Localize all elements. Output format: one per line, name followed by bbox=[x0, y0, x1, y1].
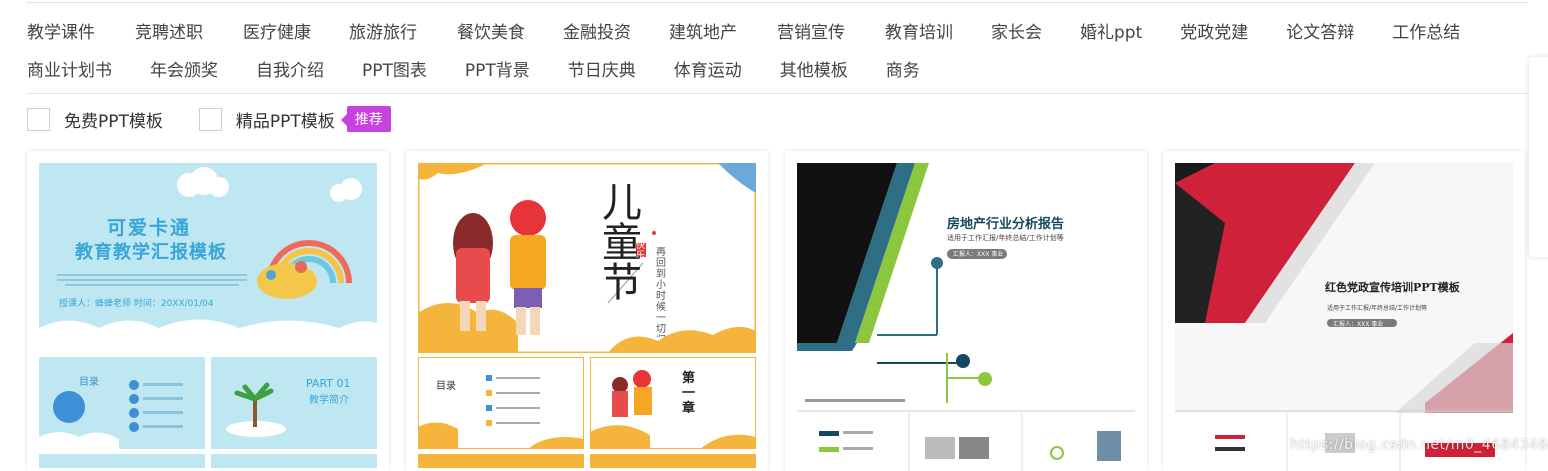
top-divider bbox=[26, 2, 1528, 3]
category-row-1: 教学课件 竞聘述职 医疗健康 旅游旅行 餐饮美食 金融投资 建筑地产 营销宣传 … bbox=[27, 18, 1460, 43]
template-preview-thumb: 目录 bbox=[39, 357, 205, 449]
category-link[interactable]: 教学课件 bbox=[27, 18, 95, 43]
category-link[interactable]: PPT背景 bbox=[465, 56, 530, 81]
free-filter[interactable]: 免费PPT模板 bbox=[27, 107, 163, 132]
slide-title: 房地产行业分析报告 bbox=[947, 217, 1065, 232]
template-card[interactable]: 儿童节 快乐 再回到小时候 一切归为初心 目录 第一章 bbox=[406, 151, 768, 471]
slide-title: 红色党政宣传培训PPT模板 bbox=[1325, 281, 1460, 294]
slide-subtitle: 适用于工作汇报/年终总结/工作计划等 bbox=[1327, 305, 1428, 312]
category-link[interactable]: PPT图表 bbox=[362, 56, 427, 81]
filter-bar: 免费PPT模板 精品PPT模板 推荐 bbox=[27, 106, 391, 132]
template-preview-main: 儿童节 快乐 再回到小时候 一切归为初心 bbox=[418, 163, 756, 353]
slide-subtitle: 教育教学汇报模板 bbox=[75, 242, 227, 263]
category-link[interactable]: 党政党建 bbox=[1180, 18, 1248, 43]
slide-title: 可爱卡通 bbox=[106, 217, 191, 239]
template-card[interactable]: 可爱卡通 教育教学汇报模板 授课人：蜂蜂老师 时间：20XX/01/04 目录 … bbox=[27, 151, 389, 471]
category-link[interactable]: 年会颁奖 bbox=[150, 56, 218, 81]
category-link[interactable]: 餐饮美食 bbox=[457, 18, 525, 43]
template-preview-strip bbox=[797, 413, 1135, 471]
thumb-label: PART 01 bbox=[306, 377, 351, 390]
thumb-caption: 教学简介 bbox=[309, 395, 349, 406]
slide-title: 儿童节 bbox=[602, 180, 642, 306]
template-card[interactable]: 红色党政宣传培训PPT模板 适用于工作汇报/年终总结/工作计划等 汇报人：XXX… bbox=[1163, 151, 1525, 471]
template-preview-thumb: PART 01 教学简介 bbox=[211, 357, 377, 449]
template-preview-strip bbox=[418, 454, 756, 468]
recommend-badge: 推荐 bbox=[340, 106, 391, 132]
category-link[interactable]: 竞聘述职 bbox=[135, 18, 203, 43]
category-link[interactable]: 其他模板 bbox=[780, 56, 848, 81]
category-link[interactable]: 论文答辩 bbox=[1286, 18, 1354, 43]
premium-filter[interactable]: 精品PPT模板 bbox=[198, 107, 335, 132]
category-link[interactable]: 自我介绍 bbox=[256, 56, 324, 81]
template-preview-main: 可爱卡通 教育教学汇报模板 授课人：蜂蜂老师 时间：20XX/01/04 bbox=[39, 163, 377, 353]
category-link[interactable]: 教育培训 bbox=[885, 18, 953, 43]
category-link[interactable]: 建筑地产 bbox=[669, 18, 737, 43]
template-preview-main: 红色党政宣传培训PPT模板 适用于工作汇报/年终总结/工作计划等 汇报人：XXX… bbox=[1175, 163, 1513, 413]
thumb-label: 第一章 bbox=[682, 371, 696, 416]
side-float-tab[interactable] bbox=[1529, 57, 1548, 257]
category-link[interactable]: 医疗健康 bbox=[243, 18, 311, 43]
template-preview-thumb: 第一章 bbox=[590, 357, 756, 449]
category-link[interactable]: 商业计划书 bbox=[27, 56, 112, 81]
thumb-label: 目录 bbox=[436, 381, 456, 392]
premium-filter-label: 精品PPT模板 bbox=[235, 111, 335, 132]
category-link[interactable]: 家长会 bbox=[991, 18, 1042, 43]
free-filter-label: 免费PPT模板 bbox=[64, 111, 163, 132]
slide-pill: 汇报人：XXX 事业 bbox=[1333, 321, 1384, 328]
category-link[interactable]: 旅游旅行 bbox=[349, 18, 417, 43]
category-link[interactable]: 营销宣传 bbox=[777, 18, 845, 43]
category-link[interactable]: 婚礼ppt bbox=[1080, 18, 1142, 43]
template-preview-main: 房地产行业分析报告 适用于工作汇报/年终总结/工作计划等 汇报人：XXX 事业 bbox=[797, 163, 1135, 413]
category-row-2: 商业计划书 年会颁奖 自我介绍 PPT图表 PPT背景 节日庆典 体育运动 其他… bbox=[27, 56, 920, 81]
category-link[interactable]: 工作总结 bbox=[1392, 18, 1460, 43]
category-link[interactable]: 体育运动 bbox=[674, 56, 742, 81]
premium-checkbox[interactable] bbox=[198, 107, 222, 131]
free-checkbox[interactable] bbox=[27, 107, 50, 131]
template-preview-strip bbox=[39, 454, 377, 468]
slide-subtitle: 适用于工作汇报/年终总结/工作计划等 bbox=[947, 234, 1064, 242]
category-link[interactable]: 金融投资 bbox=[563, 18, 631, 43]
template-preview-thumb: 目录 bbox=[418, 357, 584, 449]
category-link[interactable]: 节日庆典 bbox=[568, 56, 636, 81]
thumb-label: 目录 bbox=[79, 377, 99, 388]
template-card[interactable]: 房地产行业分析报告 适用于工作汇报/年终总结/工作计划等 汇报人：XXX 事业 bbox=[785, 151, 1147, 471]
slide-slogan: 再回到小时候 一切归为初心 bbox=[656, 247, 666, 337]
slide-body-text bbox=[57, 271, 247, 289]
filter-divider bbox=[26, 93, 1528, 94]
watermark-text: https://blog.csdn.net/m0_46843484 bbox=[1290, 437, 1548, 453]
category-link[interactable]: 商务 bbox=[886, 56, 920, 81]
slide-tag: 快乐 bbox=[636, 241, 646, 261]
slide-presenter: 授课人：蜂蜂老师 时间：20XX/01/04 bbox=[59, 299, 214, 309]
slide-pill: 汇报人：XXX 事业 bbox=[953, 251, 1004, 258]
